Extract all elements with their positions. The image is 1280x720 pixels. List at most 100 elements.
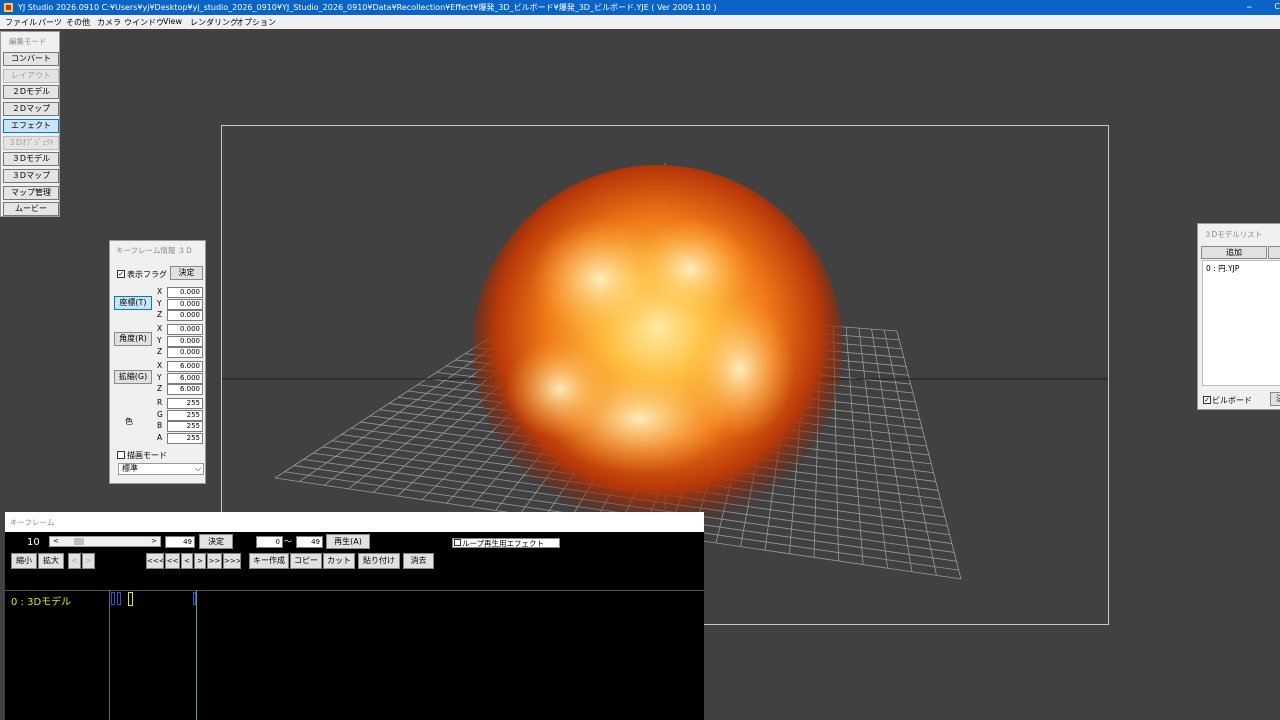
step-button-3[interactable]: > (194, 553, 206, 569)
position-axis-label: X (157, 287, 163, 296)
mode-button-6[interactable]: ３Dモデル (3, 152, 59, 167)
model-list-item[interactable]: 0 : 円.YJP (1206, 263, 1239, 274)
scroll-right-icon[interactable]: > (151, 537, 157, 546)
model-add-button[interactable]: 追加 (1201, 246, 1267, 259)
menu-rendering[interactable]: レンダリング (190, 17, 238, 28)
mode-button-3[interactable]: ２Dマップ (3, 102, 59, 117)
menu-camera[interactable]: カメラ (97, 17, 121, 28)
position-button[interactable]: 座標(T) (114, 296, 152, 310)
color-field-2[interactable]: 255 (167, 421, 203, 432)
shrink-button[interactable]: 縮小 (11, 553, 37, 569)
color-axis-label: R (157, 398, 163, 407)
display-flag-checkbox[interactable]: ✓ (117, 270, 125, 278)
scale-field-0[interactable]: 6.000 (167, 361, 203, 372)
position-field-1[interactable]: 0.000 (167, 298, 203, 310)
mode-button-4[interactable]: エフェクト (3, 118, 59, 133)
scale-field-1[interactable]: 6.000 (167, 372, 203, 384)
keyframe-marker[interactable] (117, 592, 121, 605)
expand-button[interactable]: 拡大 (38, 553, 64, 569)
step-button-2[interactable]: < (181, 553, 193, 569)
mode-button-7[interactable]: ３Dマップ (3, 168, 59, 183)
window-title: YJ Studio 2026.0910 C:¥Users¥yj¥Desktop¥… (18, 3, 717, 12)
model-list-title: ３Dモデルリスト (1204, 230, 1263, 239)
menu-view[interactable]: View (163, 17, 182, 26)
draw-mode-checkbox[interactable] (117, 451, 125, 459)
paste-button[interactable]: 貼り付け (358, 553, 400, 569)
selected-keyframe-marker[interactable] (128, 592, 133, 606)
edit-mode-title: 編集モード (9, 37, 47, 46)
loop-effect-check-icon[interactable] (454, 539, 461, 546)
color-field-0[interactable]: 255 (167, 398, 203, 409)
color-axis-label: B (157, 421, 163, 430)
timeline-title: キーフレーム (10, 518, 55, 527)
cut-button[interactable]: カット (323, 553, 355, 569)
keyframe-decide-button[interactable]: 決定 (170, 266, 203, 280)
position-axis-label: Y (157, 298, 162, 308)
menu-parts[interactable]: パーツ (38, 17, 62, 28)
scale-button[interactable]: 拡縮(G) (114, 370, 152, 384)
mode-button-8[interactable]: マップ管理 (3, 185, 59, 200)
rotation-axis-label: Z (157, 347, 163, 356)
scale-field-2[interactable]: 6.000 (167, 384, 203, 395)
erase-button[interactable]: 消去 (403, 553, 434, 569)
nav-left-button[interactable]: < (68, 553, 81, 569)
step-button-5[interactable]: >>> (223, 553, 241, 569)
model-list-panel: ３Dモデルリスト 追加 0 : 円.YJP ✓ ビルボード 決 (1197, 223, 1280, 410)
max-frame-field[interactable]: 49 (165, 536, 195, 548)
billboard-checkbox[interactable]: ✓ (1203, 396, 1211, 404)
keyframe-timeline-panel: キーフレーム 10 < > 49 決定 0 〜 49 再生(A) ループ再生用エ… (5, 512, 704, 720)
keyframe-marker[interactable] (111, 592, 115, 605)
color-label: 色 (125, 417, 133, 426)
scroll-left-icon[interactable]: < (53, 537, 59, 546)
step-button-1[interactable]: << (165, 553, 180, 569)
model-list-cut-button[interactable]: 決 (1270, 392, 1280, 406)
rotation-field-1[interactable]: 0.000 (167, 335, 203, 347)
current-frame: 10 (27, 537, 40, 548)
track-label[interactable]: 0 : 3Dモデル (11, 593, 71, 608)
color-field-3[interactable]: 255 (167, 432, 203, 444)
range-start-field[interactable]: 0 (256, 536, 283, 548)
mode-button-1[interactable]: レイアウト (3, 68, 59, 83)
mode-button-0[interactable]: コンバート (3, 52, 59, 66)
mode-button-9[interactable]: ムービー (3, 202, 59, 217)
keyframe-info-title: キーフレーム情報 ３Ｄ (116, 246, 193, 255)
rotation-field-0[interactable]: 0.000 (167, 324, 203, 335)
draw-mode-label: 描画モード (127, 451, 167, 460)
blend-mode-select[interactable]: 標準 ⌵ (118, 463, 204, 475)
scroll-thumb[interactable] (74, 538, 84, 545)
position-field-2[interactable]: 0.000 (167, 310, 203, 321)
timeline-decide-button[interactable]: 決定 (199, 534, 233, 549)
play-button[interactable]: 再生(A) (326, 534, 370, 549)
model-listbox[interactable]: 0 : 円.YJP (1202, 260, 1280, 386)
step-button-0[interactable]: <<< (146, 553, 164, 569)
rotation-field-2[interactable]: 0.000 (167, 347, 203, 358)
menu-window[interactable]: ウインドウ (124, 17, 164, 28)
keyframe-marker[interactable] (193, 592, 196, 605)
minimize-button[interactable]: – (1247, 0, 1253, 14)
billboard-label: ビルボード (1212, 396, 1252, 405)
position-axis-label: Z (157, 310, 163, 319)
copy-button[interactable]: コピー (290, 553, 322, 569)
rotation-button[interactable]: 角度(R) (114, 332, 152, 346)
app-icon (4, 3, 13, 12)
model-list-second-button[interactable] (1268, 246, 1280, 259)
position-field-0[interactable]: 0.000 (167, 287, 203, 298)
nav-right-button[interactable]: > (82, 553, 95, 569)
mode-button-5[interactable]: ３Dｵﾌﾞｼﾞｪｸﾄ (3, 135, 59, 150)
explosion-effect (473, 165, 843, 529)
step-button-4[interactable]: >> (207, 553, 222, 569)
playhead-line[interactable] (196, 590, 197, 720)
mode-button-2[interactable]: ２Dモデル (3, 85, 59, 100)
menu-options[interactable]: オプション (236, 17, 276, 28)
range-end-field[interactable]: 49 (296, 536, 323, 548)
timeline-titlebar: キーフレーム (5, 512, 704, 532)
frame-scrollbar[interactable]: < > (49, 536, 161, 547)
menu-file[interactable]: ファイル (5, 17, 37, 28)
menu-other[interactable]: その他 (66, 17, 90, 28)
key-create-button[interactable]: キー作成 (249, 553, 289, 569)
color-field-1[interactable]: 255 (167, 409, 203, 421)
window-control-partial[interactable]: C (1274, 2, 1280, 11)
rotation-axis-label: X (157, 324, 163, 333)
track-start-line (109, 590, 110, 720)
scale-axis-label: Z (157, 384, 163, 393)
